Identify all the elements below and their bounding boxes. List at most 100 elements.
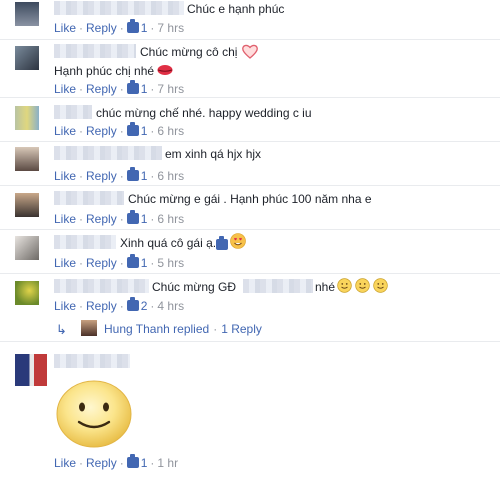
blurred-name-mention[interactable] bbox=[243, 279, 313, 293]
comment-actions: Like · Reply · 1 · 6 hrs bbox=[54, 122, 184, 138]
avatar[interactable] bbox=[15, 236, 39, 260]
thumb-up-icon[interactable] bbox=[126, 297, 139, 311]
timestamp[interactable]: 7 hrs bbox=[157, 82, 184, 96]
like-count[interactable]: 1 bbox=[141, 21, 148, 35]
heart-eyes-icon bbox=[230, 233, 246, 249]
reply-button[interactable]: Reply bbox=[86, 212, 117, 226]
separator: · bbox=[150, 21, 155, 35]
blurred-name[interactable] bbox=[54, 191, 124, 205]
blurred-name[interactable] bbox=[54, 279, 149, 293]
reply-button[interactable]: Reply bbox=[86, 256, 117, 270]
like-count[interactable]: 1 bbox=[141, 256, 148, 270]
separator: · bbox=[150, 82, 155, 96]
separator: · bbox=[119, 169, 124, 183]
thumb-up-icon[interactable] bbox=[126, 80, 139, 94]
like-count[interactable]: 1 bbox=[141, 82, 148, 96]
comment-4: em xinh qá hjx hjx Like · Reply · 1 · 6 hrs bbox=[0, 142, 500, 186]
separator: · bbox=[79, 299, 84, 313]
separator: · bbox=[119, 82, 124, 96]
reply-arrow-icon: ↳ bbox=[56, 322, 67, 337]
like-button[interactable]: Like bbox=[54, 256, 76, 270]
timestamp[interactable]: 5 hrs bbox=[157, 256, 184, 270]
blurred-name[interactable] bbox=[54, 146, 162, 160]
like-button[interactable]: Like bbox=[54, 299, 76, 313]
separator: · bbox=[150, 212, 155, 226]
avatar[interactable] bbox=[15, 2, 39, 26]
reply-button[interactable]: Reply bbox=[86, 169, 117, 183]
comment-2: Chúc mừng cô chị Hạnh phúc chị nhé Like ·… bbox=[0, 40, 500, 98]
reply-button[interactable]: Reply bbox=[86, 21, 117, 35]
avatar[interactable] bbox=[15, 193, 39, 217]
like-count[interactable]: 2 bbox=[141, 299, 148, 313]
separator: · bbox=[79, 212, 84, 226]
thumb-up-icon[interactable] bbox=[126, 254, 139, 268]
like-count[interactable]: 1 bbox=[141, 169, 148, 183]
comment-text: Chúc e hạnh phúc bbox=[187, 2, 285, 16]
like-button[interactable]: Like bbox=[54, 456, 76, 470]
reply-button[interactable]: Reply bbox=[86, 456, 117, 470]
separator: · bbox=[150, 124, 155, 138]
separator: · bbox=[119, 256, 124, 270]
comment-text-after: nhé bbox=[315, 280, 336, 294]
replier-name[interactable]: Hung Thanh replied bbox=[104, 322, 209, 336]
comment-text: Chúc mừng e gái . Hạnh phúc 100 năm nha … bbox=[128, 192, 372, 206]
comment-text: em xinh qá hjx hjx bbox=[165, 147, 262, 161]
like-button[interactable]: Like bbox=[54, 21, 76, 35]
avatar[interactable] bbox=[15, 106, 39, 130]
thumb-up-icon[interactable] bbox=[126, 454, 139, 468]
avatar[interactable] bbox=[15, 46, 39, 70]
timestamp[interactable]: 7 hrs bbox=[157, 21, 184, 35]
reply-avatar[interactable] bbox=[81, 320, 97, 336]
like-count[interactable]: 1 bbox=[141, 212, 148, 226]
blurred-name[interactable] bbox=[54, 105, 92, 119]
avatar[interactable] bbox=[15, 281, 39, 305]
timestamp[interactable]: 1 hr bbox=[157, 456, 178, 470]
avatar[interactable] bbox=[15, 147, 39, 171]
separator: · bbox=[150, 456, 155, 470]
timestamp[interactable]: 6 hrs bbox=[157, 212, 184, 226]
blurred-name[interactable] bbox=[54, 44, 136, 58]
separator: · bbox=[79, 456, 84, 470]
thumb-up-icon[interactable] bbox=[126, 19, 139, 33]
separator: · bbox=[79, 256, 84, 270]
blurred-name[interactable] bbox=[54, 1, 184, 15]
comment-1: Chúc e hạnh phúc Like · Reply · 1 · 7 hrs bbox=[0, 0, 500, 40]
separator: · bbox=[79, 21, 84, 35]
separator: · bbox=[119, 21, 124, 35]
smiley-icon bbox=[56, 380, 132, 448]
reply-count[interactable]: 1 Reply bbox=[221, 322, 262, 336]
timestamp[interactable]: 6 hrs bbox=[157, 124, 184, 138]
comment-actions: Like · Reply · 1 · 6 hrs bbox=[54, 210, 184, 226]
heart-icon bbox=[242, 44, 258, 59]
like-count[interactable]: 1 bbox=[141, 456, 148, 470]
like-button[interactable]: Like bbox=[54, 169, 76, 183]
replies-link[interactable]: Hung Thanh replied · 1 Reply bbox=[104, 322, 262, 336]
thumb-up-icon[interactable] bbox=[126, 122, 139, 136]
thumb-up-icon[interactable] bbox=[126, 167, 139, 181]
comment-actions: Like · Reply · 1 · 1 hr bbox=[54, 454, 178, 470]
reply-button[interactable]: Reply bbox=[86, 82, 117, 96]
like-button[interactable]: Like bbox=[54, 82, 76, 96]
comment-text: Chúc mừng GĐ bbox=[152, 280, 237, 294]
timestamp[interactable]: 6 hrs bbox=[157, 169, 184, 183]
comment-text: chúc mừng chế nhé. happy wedding c iu bbox=[96, 106, 312, 120]
timestamp[interactable]: 4 hrs bbox=[157, 299, 184, 313]
thumb-up-icon[interactable] bbox=[126, 210, 139, 224]
blurred-name[interactable] bbox=[54, 354, 130, 368]
separator: · bbox=[150, 169, 155, 183]
smiley-icon bbox=[355, 278, 370, 293]
comment-3: chúc mừng chế nhé. happy wedding c iu Li… bbox=[0, 98, 500, 143]
reply-button[interactable]: Reply bbox=[86, 299, 117, 313]
like-count[interactable]: 1 bbox=[141, 124, 148, 138]
separator: · bbox=[119, 456, 124, 470]
avatar[interactable] bbox=[15, 354, 47, 386]
like-button[interactable]: Like bbox=[54, 124, 76, 138]
blurred-name[interactable] bbox=[54, 235, 116, 249]
comment-text: Xinh quá cô gái ạ.. bbox=[120, 236, 220, 250]
reply-button[interactable]: Reply bbox=[86, 124, 117, 138]
like-button[interactable]: Like bbox=[54, 212, 76, 226]
comment-actions: Like · Reply · 1 · 6 hrs bbox=[54, 167, 184, 183]
smiley-icon bbox=[373, 278, 388, 293]
thumb-up-icon bbox=[216, 236, 228, 250]
separator: · bbox=[150, 256, 155, 270]
